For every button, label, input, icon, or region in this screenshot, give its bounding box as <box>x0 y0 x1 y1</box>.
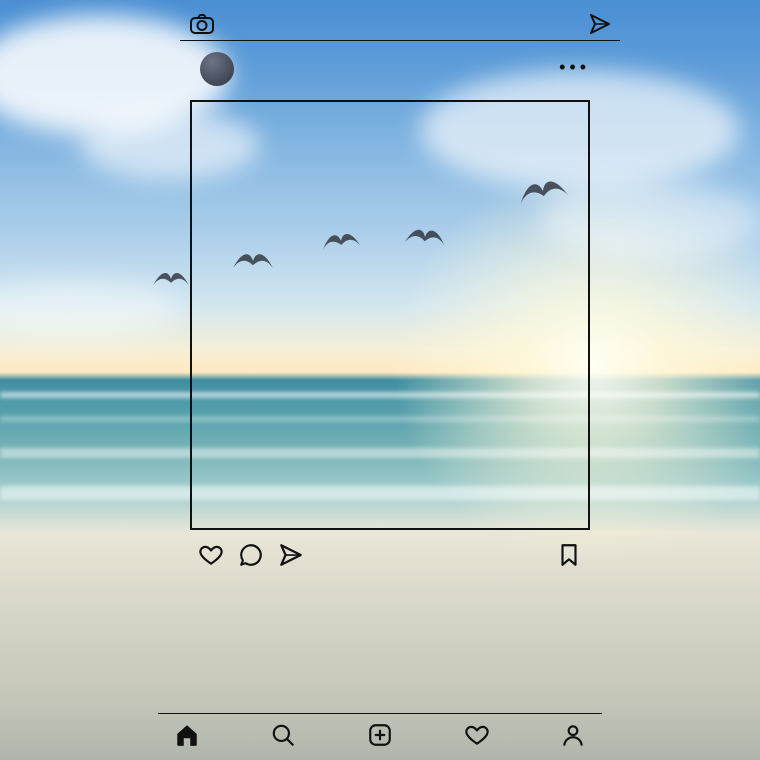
home-icon[interactable] <box>174 722 200 748</box>
add-post-icon[interactable] <box>367 722 393 748</box>
more-options-icon[interactable]: ••• <box>559 62 590 72</box>
search-icon[interactable] <box>270 722 296 748</box>
bottom-nav <box>158 713 602 750</box>
top-bar <box>180 8 620 41</box>
share-icon[interactable] <box>278 542 304 568</box>
post-frame[interactable] <box>190 100 590 530</box>
profile-row: ••• <box>190 52 600 86</box>
post-action-row <box>198 542 582 572</box>
activity-icon[interactable] <box>464 722 490 748</box>
direct-message-icon[interactable] <box>588 12 612 36</box>
heart-icon[interactable] <box>198 542 224 568</box>
bookmark-icon[interactable] <box>556 542 582 568</box>
avatar[interactable] <box>200 52 234 86</box>
profile-icon[interactable] <box>560 722 586 748</box>
comment-icon[interactable] <box>238 542 264 568</box>
camera-icon[interactable] <box>188 10 216 38</box>
